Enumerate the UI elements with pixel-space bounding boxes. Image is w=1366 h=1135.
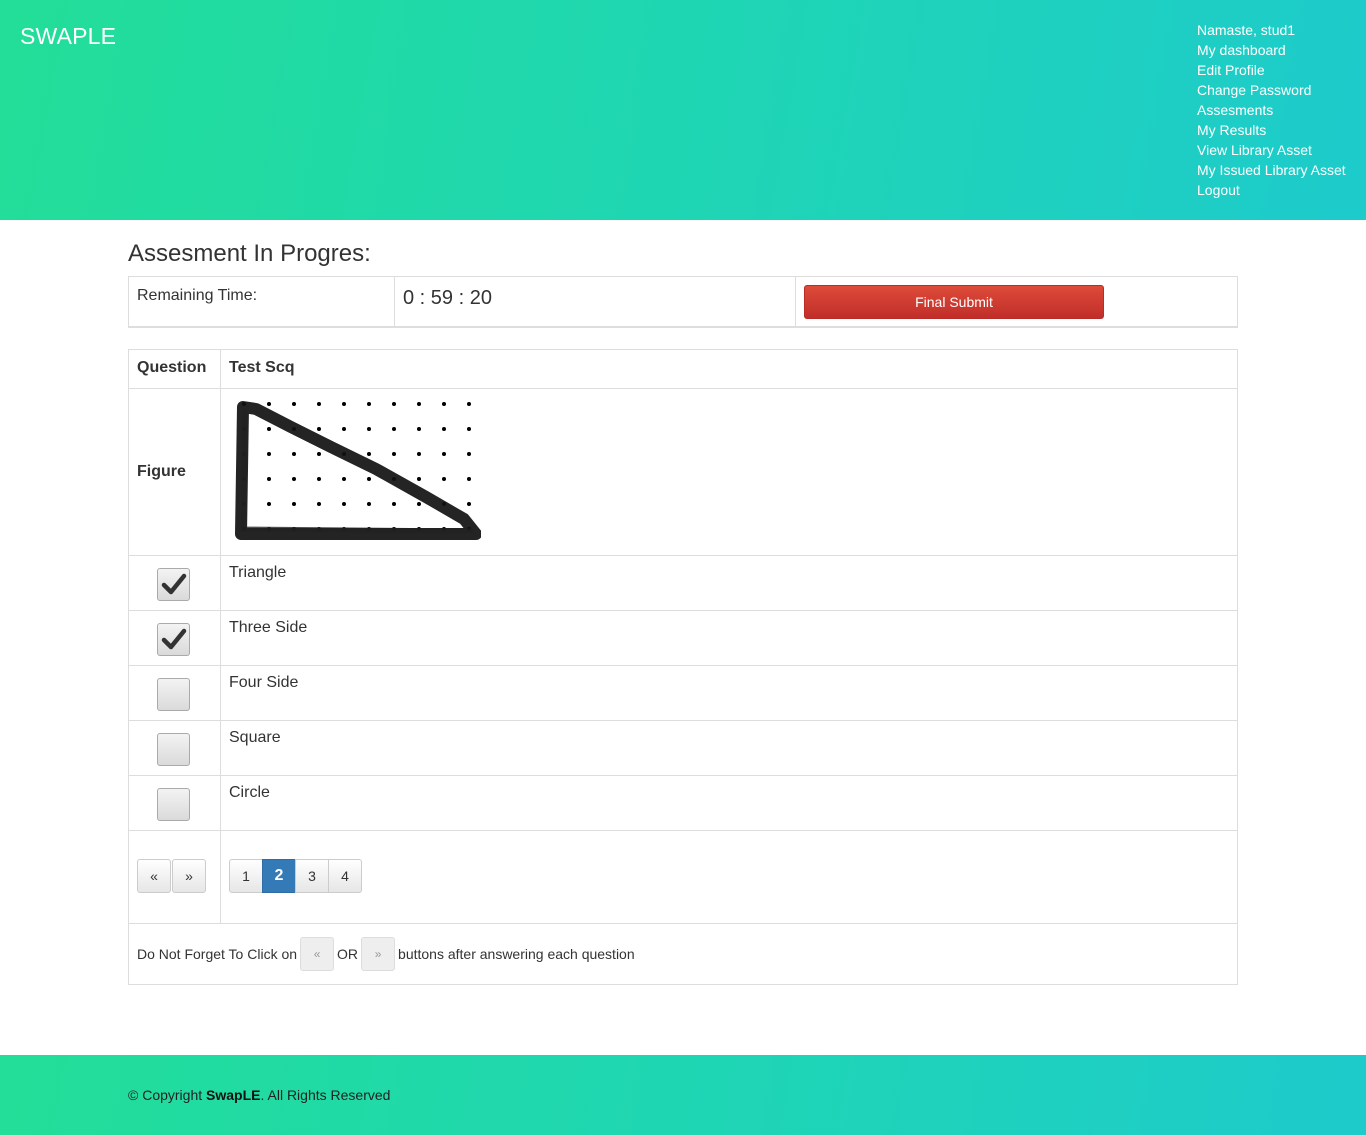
option-checkbox-circle[interactable] <box>157 788 190 821</box>
copyright-brand: SwapLE <box>206 1087 261 1103</box>
question-pager: 1 2 3 4 <box>229 859 1237 893</box>
checkmark-icon <box>161 573 187 595</box>
timer-panel: Remaining Time: 0 : 59 : 20 Final Submit <box>128 276 1238 328</box>
prev-question-button[interactable]: « <box>137 859 171 893</box>
remaining-time-label: Remaining Time: <box>129 277 395 326</box>
note-or: OR <box>337 946 359 962</box>
checkmark-icon <box>161 628 187 650</box>
option-label: Four Side <box>220 665 1238 721</box>
menu-assesments[interactable]: Assesments <box>1197 102 1273 118</box>
menu-edit-profile[interactable]: Edit Profile <box>1197 62 1265 78</box>
option-row-square: Square <box>128 720 1238 776</box>
site-header: SWAPLE Namaste, stud1 My dashboard Edit … <box>0 0 1366 220</box>
option-checkbox-triangle[interactable] <box>157 568 190 601</box>
figure-row: Figure <box>128 388 1238 556</box>
user-menu: Namaste, stud1 My dashboard Edit Profile… <box>1197 20 1346 200</box>
option-checkbox-three-side[interactable] <box>157 623 190 656</box>
page-button-4[interactable]: 4 <box>328 859 362 893</box>
page-button-1[interactable]: 1 <box>229 859 263 893</box>
option-checkbox-four-side[interactable] <box>157 678 190 711</box>
page-button-2[interactable]: 2 <box>262 859 296 893</box>
menu-my-issued-library-asset[interactable]: My Issued Library Asset <box>1197 162 1346 178</box>
menu-view-library-asset[interactable]: View Library Asset <box>1197 142 1312 158</box>
figure-label: Figure <box>128 388 221 556</box>
option-label: Triangle <box>220 555 1238 611</box>
greeting: Namaste, stud1 <box>1197 22 1296 38</box>
site-footer: © Copyright SwapLE. All Rights Reserved <box>0 1055 1366 1135</box>
note-row: Do Not Forget To Click on « OR » buttons… <box>128 923 1238 985</box>
page-title: Assesment In Progres: <box>128 240 371 267</box>
question-header-row: Question Test Scq <box>128 349 1238 389</box>
menu-my-results[interactable]: My Results <box>1197 122 1266 138</box>
figure-cell <box>220 388 1238 556</box>
copyright-text: © Copyright SwapLE. All Rights Reserved <box>128 1087 390 1103</box>
menu-logout[interactable]: Logout <box>1197 182 1240 198</box>
option-row-four-side: Four Side <box>128 665 1238 721</box>
brand-logo[interactable]: SWAPLE <box>20 23 116 50</box>
note-prefix: Do Not Forget To Click on <box>137 946 298 962</box>
question-table: Question Test Scq Figure Triangle Three … <box>128 349 1238 985</box>
triangle-figure-icon <box>235 401 481 540</box>
menu-change-password[interactable]: Change Password <box>1197 82 1311 98</box>
option-checkbox-square[interactable] <box>157 733 190 766</box>
next-question-button[interactable]: » <box>172 859 206 893</box>
page-button-3[interactable]: 3 <box>295 859 329 893</box>
option-row-triangle: Triangle <box>128 555 1238 611</box>
option-label: Three Side <box>220 610 1238 666</box>
option-label: Circle <box>220 775 1238 831</box>
final-submit-button[interactable]: Final Submit <box>804 285 1104 319</box>
submit-cell: Final Submit <box>796 277 1237 326</box>
note-next-icon: » <box>361 937 396 971</box>
question-text: Test Scq <box>220 349 1238 389</box>
note-suffix: buttons after answering each question <box>398 946 635 962</box>
menu-my-dashboard[interactable]: My dashboard <box>1197 42 1286 58</box>
navigation-row: « » 1 2 3 4 <box>128 830 1238 924</box>
option-row-three-side: Three Side <box>128 610 1238 666</box>
prev-next-group: « » <box>137 859 220 893</box>
question-label: Question <box>128 349 221 389</box>
note-prev-icon: « <box>300 937 335 971</box>
instruction-note: Do Not Forget To Click on « OR » buttons… <box>137 937 1229 971</box>
copyright-prefix: © Copyright <box>128 1087 203 1103</box>
remaining-time-value: 0 : 59 : 20 <box>395 277 796 326</box>
copyright-suffix: . All Rights Reserved <box>260 1087 391 1103</box>
option-label: Square <box>220 720 1238 776</box>
option-row-circle: Circle <box>128 775 1238 831</box>
